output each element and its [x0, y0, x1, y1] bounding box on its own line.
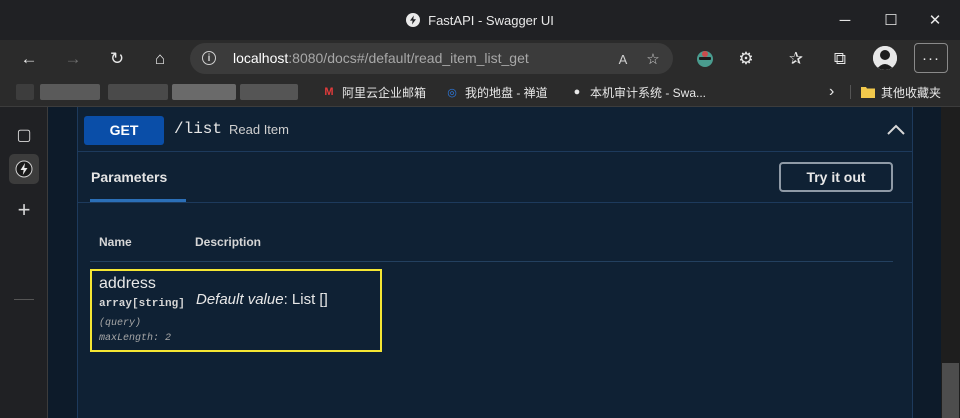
operation-summary[interactable]: GET /list Read Item: [78, 107, 912, 152]
window-title-group: FastAPI - Swagger UI: [0, 0, 960, 40]
bookmark-aliyun-mail[interactable]: M 阿里云企业邮箱: [322, 78, 426, 106]
settings-more-button[interactable]: ···: [914, 43, 948, 73]
address-bar[interactable]: i localhost:8080/docs#/default/read_item…: [190, 43, 673, 74]
profile-avatar[interactable]: [873, 46, 897, 70]
bookmark-audit-system[interactable]: ● 本机审计系统 - Swa...: [570, 78, 706, 106]
url-text[interactable]: localhost:8080/docs#/default/read_item_l…: [233, 43, 529, 74]
chevron-up-icon[interactable]: [886, 120, 906, 140]
parameter-default: Default value: List []: [196, 291, 328, 308]
zentao-icon: ◎: [447, 86, 457, 99]
other-favorites-label: 其他收藏夹: [881, 85, 942, 100]
read-aloud-icon[interactable]: A: [613, 49, 633, 69]
extension-avatar-icon[interactable]: [690, 44, 720, 74]
sidebar-divider: [14, 299, 34, 300]
blurred-bookmark[interactable]: [172, 84, 236, 100]
folder-icon: [861, 85, 875, 99]
bookmarks-divider: [850, 85, 851, 99]
other-favorites-folder[interactable]: 其他收藏夹: [861, 78, 941, 106]
url-host: localhost: [233, 50, 289, 66]
mail-m-icon: M: [324, 86, 334, 98]
maximize-button[interactable]: ☐: [868, 0, 914, 40]
bookmarks-overflow-chevron-icon[interactable]: ›: [829, 78, 834, 106]
site-info-icon[interactable]: i: [202, 51, 216, 65]
fastapi-favicon-icon: [406, 13, 421, 27]
default-value-label: Default value: [196, 291, 284, 308]
bookmark-label: 我的地盘 - 禅道: [465, 85, 548, 100]
operation-path: /list: [174, 120, 223, 138]
swagger-page: GET /list Read Item Parameters Try it ou…: [48, 107, 941, 418]
active-tab-fastapi[interactable]: [9, 154, 39, 184]
title-bar: FastAPI - Swagger UI ─ ☐ ✕: [0, 0, 960, 40]
parameter-max-length: maxLength: 2: [99, 333, 172, 344]
minimize-button[interactable]: ─: [822, 0, 868, 40]
url-path: :8080/docs#/default/read_item_list_get: [288, 50, 529, 66]
window-title: FastAPI - Swagger UI: [428, 12, 554, 28]
parameter-name: address: [99, 275, 156, 292]
column-header-name: Name: [99, 235, 132, 249]
bookmark-label: 本机审计系统 - Swa...: [590, 85, 707, 100]
tab-parameters[interactable]: Parameters: [91, 169, 167, 185]
home-button[interactable]: ⌂: [145, 44, 175, 74]
vertical-tabs-sidebar: ▢ +: [0, 107, 48, 418]
column-header-description: Description: [195, 235, 262, 249]
operation-block: GET /list Read Item Parameters Try it ou…: [77, 107, 913, 418]
add-favorite-icon[interactable]: ☆: [643, 49, 663, 69]
browser-toolbar: ← → ↻ ⌂ i localhost:8080/docs#/default/r…: [0, 40, 960, 78]
method-badge: GET: [84, 116, 164, 145]
bookmark-zentao[interactable]: ◎ 我的地盘 - 禅道: [445, 78, 548, 106]
close-button[interactable]: ✕: [912, 0, 958, 40]
blurred-bookmark[interactable]: [40, 84, 100, 100]
forward-button[interactable]: →: [58, 44, 88, 74]
tabs-divider: [78, 202, 912, 203]
blurred-bookmark[interactable]: [240, 84, 298, 100]
blurred-bookmark[interactable]: [16, 84, 34, 100]
parameter-location: (query): [99, 318, 142, 329]
tab-actions-icon[interactable]: ▢: [9, 120, 39, 150]
table-header-divider: [90, 261, 893, 262]
blurred-bookmark[interactable]: [108, 84, 168, 100]
try-it-out-button[interactable]: Try it out: [779, 162, 893, 192]
back-button[interactable]: ←: [14, 44, 44, 74]
default-value: : List []: [283, 291, 328, 308]
operation-summary-text: Read Item: [229, 122, 289, 137]
parameter-type: array[string]: [99, 298, 185, 310]
extensions-icon[interactable]: ⚙: [731, 44, 761, 74]
fastapi-bookmark-icon: ●: [573, 86, 581, 98]
reload-button[interactable]: ↻: [102, 44, 132, 74]
bookmark-label: 阿里云企业邮箱: [342, 85, 427, 100]
bookmarks-bar: M 阿里云企业邮箱 ◎ 我的地盘 - 禅道 ● 本机审计系统 - Swa... …: [0, 78, 960, 107]
fastapi-tab-icon: [15, 160, 33, 178]
new-tab-plus-icon[interactable]: +: [9, 195, 39, 225]
favorites-icon[interactable]: ✰: [781, 44, 811, 74]
collections-icon[interactable]: ⧉: [825, 44, 855, 74]
scrollbar-thumb[interactable]: [942, 363, 959, 418]
